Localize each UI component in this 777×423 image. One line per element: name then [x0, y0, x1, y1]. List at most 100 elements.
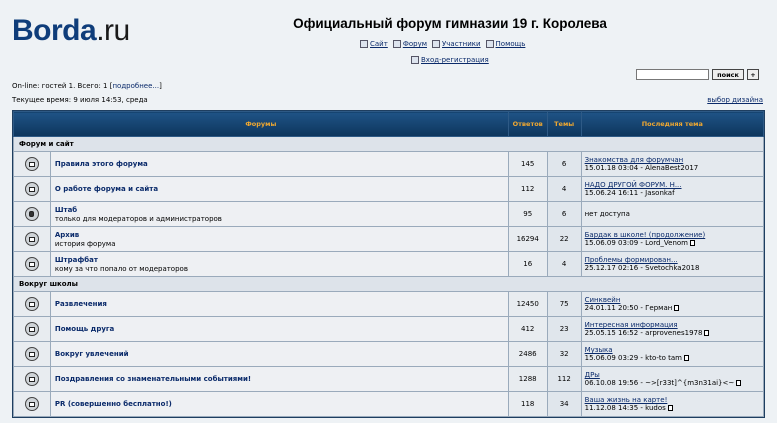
forum-icon: [24, 232, 39, 246]
category-row: Форум и сайт: [13, 136, 764, 152]
forum-title-link[interactable]: Штрафбат: [55, 256, 508, 264]
last-page-icon[interactable]: [704, 330, 710, 336]
last-topic-link[interactable]: Интересная информация: [585, 321, 763, 329]
last-topic-link[interactable]: Проблемы формирован...: [585, 256, 763, 264]
last-topic-cell: Музыка 15.06.09 03:29 - kto-to tam: [580, 341, 765, 367]
header-last-topic: Последняя тема: [580, 111, 765, 137]
forum-title-link[interactable]: Правила этого форума: [55, 160, 508, 168]
forum-description: только для модераторов и администраторов: [54, 214, 222, 223]
topics-count: 6: [546, 201, 582, 227]
last-topic-cell: Бардак в школе! (продолжение) 15.06.09 03…: [580, 226, 765, 252]
replies-count: 2486: [507, 341, 548, 367]
logo-tld: .ru: [96, 14, 130, 47]
forum-icon-cell: [13, 151, 51, 177]
forum-icon-cell: [13, 176, 51, 202]
last-page-icon[interactable]: [736, 380, 742, 386]
forum-row: Помощь друга 412 23 Интересная информация 25…: [13, 316, 765, 342]
last-topic-link[interactable]: НАДО ДРУГОЙ ФОРУМ. Н...: [585, 181, 763, 189]
forum-row: О работе форума и сайта 112 4 НАДО ДРУГОЙ Ф…: [13, 176, 765, 202]
forum-title-link[interactable]: PR (совершенно бесплатно!): [55, 400, 508, 408]
forum-name-cell: Развлечения: [49, 291, 509, 317]
last-page-icon[interactable]: [684, 355, 689, 361]
replies-count: 16: [507, 251, 548, 277]
last-post-meta: 11.12.08 14:35 - kudos: [584, 404, 666, 412]
last-topic-cell: нет доступа: [580, 201, 765, 227]
forum-name-cell: Помощь друга: [49, 316, 509, 342]
replies-count: 145: [507, 151, 548, 177]
last-topic-link[interactable]: Бардак в школе! (продолжение): [585, 231, 763, 239]
topics-count: 112: [546, 366, 582, 392]
last-topic-cell: Проблемы формирован... 25.12.17 02:16 - S…: [580, 251, 765, 277]
forum-icon: [24, 182, 39, 196]
topics-count: 34: [546, 391, 582, 417]
last-topic-info: 06.10.08 19:56 - ~>[r33t]^{m3n31ai}<~: [585, 379, 763, 387]
online-status: On-line: гостей 1. Всего: 1 [подробнее..…: [12, 82, 162, 90]
nav-help-link[interactable]: Помощь: [485, 40, 525, 48]
topics-count: 6: [546, 151, 582, 177]
header-forums: Форумы: [13, 111, 509, 137]
last-topic-link[interactable]: Ваша жизнь на карте!: [585, 396, 763, 404]
forum-icon-cell: [13, 251, 51, 277]
site-logo[interactable]: Borda.ru: [12, 14, 130, 48]
last-topic-cell: Интересная информация 25.05.15 16:52 - ar…: [580, 316, 765, 342]
topics-count: 22: [546, 226, 582, 252]
forum-icon-cell: [13, 226, 51, 252]
last-topic-cell: НАДО ДРУГОЙ ФОРУМ. Н... 15.06.24 16:11 - …: [580, 176, 765, 202]
last-page-icon[interactable]: [690, 240, 696, 246]
page-icon: [392, 40, 401, 48]
last-post-meta: 15.06.09 03:29 - kto-to tam: [584, 354, 682, 362]
topics-count: 23: [546, 316, 582, 342]
last-post-meta: 25.05.15 16:52 - arprovenes1978: [584, 329, 703, 337]
category-row: Вокруг школы: [13, 276, 764, 292]
replies-count: 412: [507, 316, 548, 342]
last-topic-info: 25.05.15 16:52 - arprovenes1978: [585, 329, 763, 337]
search-button[interactable]: поиск: [712, 69, 744, 80]
nav-members-link[interactable]: Участники: [432, 40, 481, 48]
forum-icon-cell: [13, 291, 51, 317]
search-input[interactable]: [636, 69, 709, 80]
add-button[interactable]: +: [747, 69, 759, 80]
forum-title-link[interactable]: Штаб: [55, 206, 508, 214]
forum-title-link[interactable]: Развлечения: [55, 300, 508, 308]
forum-title-link[interactable]: Архив: [55, 231, 508, 239]
last-post-meta: 15.01.18 03:04 - AlenaBest2017: [584, 164, 699, 172]
online-details-link[interactable]: подробнее...: [112, 82, 159, 90]
forum-name-cell: PR (совершенно бесплатно!): [49, 391, 509, 417]
last-page-icon[interactable]: [667, 405, 673, 411]
last-topic-info: 15.06.09 03:29 - kto-to tam: [585, 354, 763, 362]
forum-icon: [24, 257, 39, 271]
forum-name-cell: Штаб только для модераторов и администрат…: [49, 201, 509, 227]
last-post-meta: 25.12.17 02:16 - Svetochka2018: [584, 264, 700, 272]
forum-title-link[interactable]: Помощь друга: [55, 325, 508, 333]
category-name: Форум и сайт: [13, 136, 764, 152]
login-link[interactable]: Вход-регистрация: [411, 56, 489, 64]
forum-icon-cell: [13, 341, 51, 367]
forum-row: Правила этого форума 145 6 Знакомства для ф…: [13, 151, 765, 177]
nav-site-link[interactable]: Сайт: [360, 40, 388, 48]
page-icon: [360, 40, 368, 48]
check-icon: [411, 56, 419, 64]
design-select-link[interactable]: выбор дизайна: [707, 96, 763, 104]
last-page-icon[interactable]: [674, 305, 680, 311]
last-topic-link[interactable]: Музыка: [585, 346, 763, 354]
forum-icon: [24, 157, 39, 171]
topics-count: 4: [546, 176, 582, 202]
topics-count: 32: [546, 341, 582, 367]
last-topic-link[interactable]: ДРы: [585, 371, 763, 379]
topics-count: 75: [546, 291, 582, 317]
last-post-meta: 06.10.08 19:56 - ~>[r33t]^{m3n31ai}<~: [584, 379, 735, 387]
last-topic-link[interactable]: Знакомства для форумчан: [585, 156, 763, 164]
page-title: Официальный форум гимназии 19 г. Королев…: [293, 16, 607, 31]
forum-title-link[interactable]: Вокруг увлечений: [55, 350, 508, 358]
last-topic-info: нет доступа: [585, 210, 763, 218]
last-topic-link[interactable]: Синквейн: [585, 296, 763, 304]
nav-forum-link[interactable]: Форум: [392, 40, 427, 48]
last-topic-info: 24.01.11 20:50 - Герман: [585, 304, 763, 312]
forum-icon: [24, 347, 39, 361]
forum-title-link[interactable]: О работе форума и сайта: [55, 185, 508, 193]
top-nav: Сайт Форум Участники Помощь: [360, 40, 525, 48]
last-post-meta: нет доступа: [584, 210, 630, 218]
forum-name-cell: Штрафбат кому за что попало от модераторо…: [49, 251, 509, 277]
forum-row: Штаб только для модераторов и администрат…: [13, 201, 765, 227]
forum-title-link[interactable]: Поздравления со знаменательными событиям…: [55, 375, 508, 383]
